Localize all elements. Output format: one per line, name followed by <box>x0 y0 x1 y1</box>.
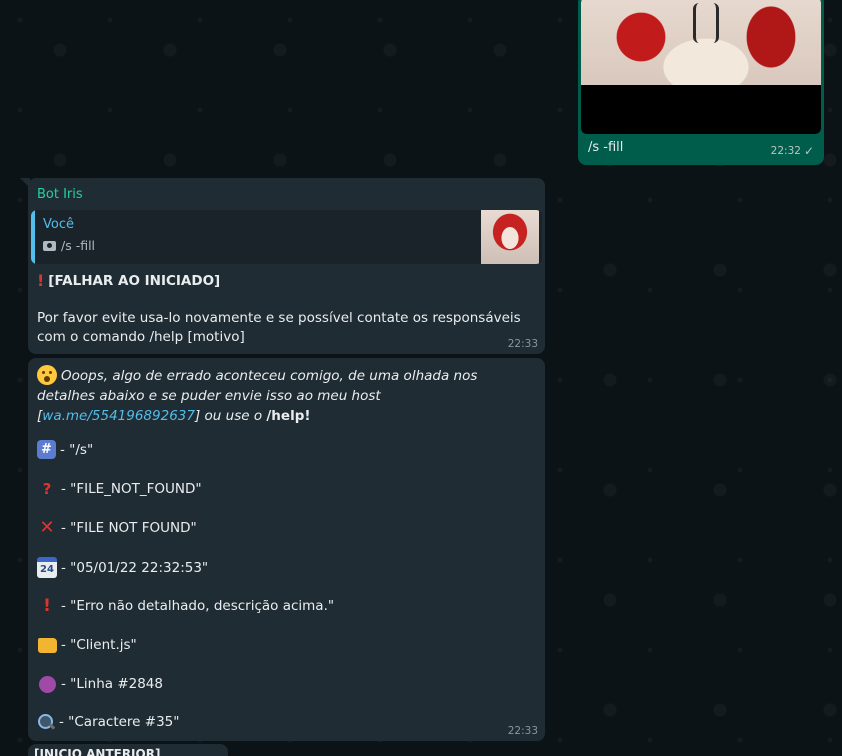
list-item: - "Caractere #35" <box>37 713 179 731</box>
list-item: - "Client.js" <box>37 635 137 655</box>
question-mark-icon: ? <box>42 480 52 498</box>
message-time: 22:33 <box>507 338 538 350</box>
exclamation-icon: ! <box>43 596 51 616</box>
list-item: 24 - "05/01/22 22:32:53" <box>37 557 208 578</box>
calendar-icon: 24 <box>37 557 57 578</box>
quote-thumbnail <box>481 210 539 264</box>
quoted-message[interactable]: Você /s -fill <box>31 210 542 264</box>
camera-icon <box>43 240 56 251</box>
quote-bar <box>31 210 35 264</box>
line-text: - "Caractere #35" <box>59 714 180 730</box>
intro-after: ] ou use o <box>194 408 267 424</box>
exclamation-icon: ! <box>37 271 45 290</box>
yarn-icon <box>37 674 57 694</box>
list-item: ? - "FILE_NOT_FOUND" <box>37 479 202 499</box>
magnifier-icon <box>37 713 55 731</box>
quote-author: Você <box>43 217 74 232</box>
list-item: ! - "Erro não detalhado, descrição acima… <box>37 596 334 616</box>
message-body: Por favor evite usa-lo novamente e se po… <box>37 310 521 345</box>
error-intro: Ooops, algo de errado aconteceu comigo, … <box>37 365 537 426</box>
line-text: - "Client.js" <box>61 637 137 653</box>
cross-mark-icon: ✕ <box>39 517 55 538</box>
hash-keycap-icon: # <box>37 440 56 459</box>
list-item: ✕ - "FILE NOT FOUND" <box>37 517 197 538</box>
message-meta: 22:32 ✓ <box>771 144 814 158</box>
incoming-message[interactable]: Ooops, algo de errado aconteceu comigo, … <box>28 358 545 741</box>
partial-message-text: [INICIO ANTERIOR] <box>34 747 161 756</box>
line-text: - "Linha #2848 <box>61 676 163 692</box>
folder-icon <box>37 635 57 655</box>
help-command: /help! <box>266 408 311 424</box>
host-link[interactable]: wa.me/554196892637 <box>42 408 195 424</box>
list-item: # - "/s" <box>37 440 93 459</box>
incoming-message[interactable]: [INICIO ANTERIOR] <box>28 744 228 756</box>
message-time: 22:33 <box>507 725 538 737</box>
incoming-message[interactable]: Bot Iris Você /s -fill ! [FALHAR AO INIC… <box>28 178 545 354</box>
message-time: 22:32 <box>770 145 801 157</box>
line-text: - "/s" <box>60 441 94 458</box>
line-text: - "FILE NOT FOUND" <box>61 520 197 536</box>
quote-text: /s -fill <box>61 238 96 253</box>
ribbon-decoration <box>693 3 719 43</box>
line-text: - "05/01/22 22:32:53" <box>61 559 209 576</box>
sticker-image[interactable] <box>581 0 821 134</box>
single-check-icon: ✓ <box>803 144 814 158</box>
line-text: - "FILE_NOT_FOUND" <box>61 481 202 497</box>
quote-text-row: /s -fill <box>43 238 95 253</box>
error-title: ! [FALHAR AO INICIADO] <box>37 271 220 290</box>
astonished-face-icon <box>37 365 57 385</box>
image-caption: /s -fill <box>588 140 624 155</box>
outgoing-image-message[interactable]: /s -fill 22:32 ✓ <box>578 0 824 165</box>
sender-name[interactable]: Bot Iris <box>37 187 83 202</box>
line-text: - "Erro não detalhado, descrição acima." <box>61 598 335 614</box>
error-title-text: [FALHAR AO INICIADO] <box>48 272 221 289</box>
list-item: - "Linha #2848 <box>37 674 163 694</box>
